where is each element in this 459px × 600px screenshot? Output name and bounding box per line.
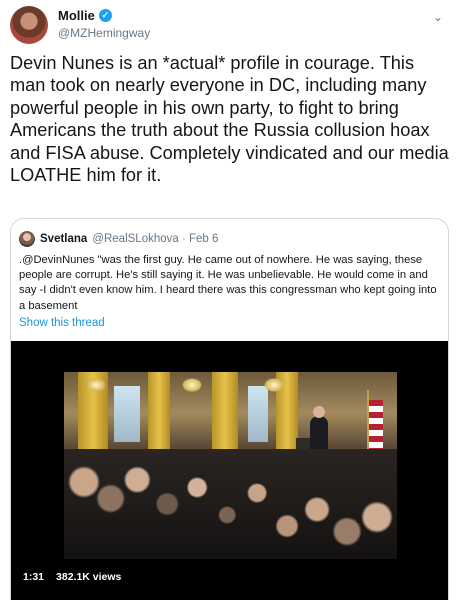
author-avatar[interactable] [10,6,48,44]
author-name-row[interactable]: Mollie ✓ [58,8,112,23]
chevron-down-icon[interactable]: ⌄ [431,10,445,24]
quoted-tweet-card[interactable]: Svetlana @RealSLokhova · Feb 6 .@DevinNu… [10,218,449,600]
quoted-tweet-header: Svetlana @RealSLokhova · Feb 6 [19,231,218,247]
video-player[interactable]: 1:31 382.1K views [11,341,448,600]
curtain-center [212,372,238,452]
verified-badge-icon: ✓ [98,9,112,22]
curtain-mid [148,372,170,452]
video-meta: 1:31 382.1K views [19,569,126,585]
chandelier [86,378,106,392]
show-thread-link[interactable]: Show this thread [19,317,105,329]
quoted-tweet-text: .@DevinNunes "was the first guy. He came… [19,254,437,312]
chandelier [264,378,284,392]
speaker-head [313,406,325,418]
quoted-author-avatar [19,231,35,247]
tweet-header: Mollie ✓ @MZHemingway ⌄ [0,0,459,60]
quoted-author-handle-date: @RealSLokhova · Feb 6 [92,233,219,245]
video-thumbnail[interactable] [64,372,397,559]
window-right [248,386,268,442]
video-views: 382.1K views [52,569,126,585]
video-duration: 1:31 [19,569,49,585]
audience-crowd [64,449,397,559]
author-handle[interactable]: @MZHemingway [58,26,150,40]
quoted-author-name: Svetlana [40,233,88,245]
flag [369,400,383,456]
window-left [114,386,140,442]
tweet-text: Devin Nunes is an *actual* profile in co… [10,53,449,186]
chandelier [182,378,202,392]
author-display-name[interactable]: Mollie [58,8,95,23]
